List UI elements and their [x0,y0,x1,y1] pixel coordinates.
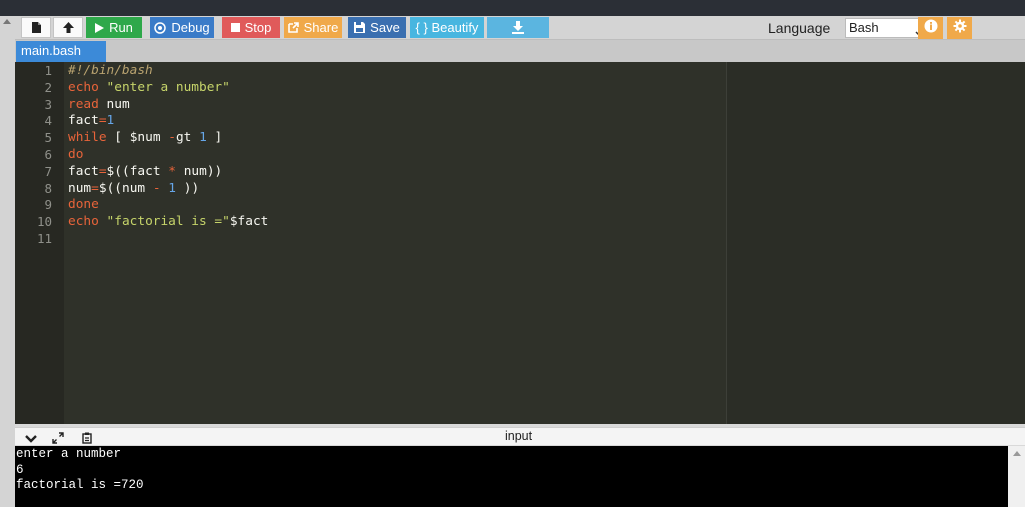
line-number-gutter: 1 2 3 4 5 6 7 8 9 10 11 [15,62,64,424]
download-icon [512,21,524,34]
console-output[interactable]: enter a number 6 factorial is =720 [15,446,1008,507]
play-icon [95,22,105,33]
language-label: Language [768,20,831,36]
stop-icon [230,23,240,32]
run-label: Run [109,20,133,35]
code-line[interactable]: num=$((num - 1 )) [68,181,199,198]
line-number: 1 [44,63,52,78]
line-number: 10 [36,214,52,230]
line-number: 7 [44,163,52,179]
language-value: Bash [849,20,879,35]
window-top-strip [0,0,1025,16]
new-file-button[interactable] [21,17,51,38]
code-line[interactable]: done [68,197,99,214]
upload-icon [62,21,75,34]
code-line[interactable]: echo "enter a number" [68,80,230,97]
code-line[interactable]: fact=$((fact * num)) [68,164,222,181]
io-panel-title: input [505,429,533,443]
stop-label: Stop [244,20,272,35]
scroll-up-arrow-icon[interactable] [1013,451,1021,456]
settings-icon [953,19,967,38]
line-number: 3 [44,96,52,112]
toolbar: Run Debug Stop Share Save { } Beautify L… [15,16,1025,40]
line-number: 9 [44,197,52,213]
left-scrollbar[interactable] [0,16,15,507]
line-number: 2 [44,79,52,95]
beautify-button[interactable]: { } Beautify [410,17,484,38]
code-line[interactable]: #!/bin/bash [68,63,153,80]
info-icon [924,19,938,38]
console-line: enter a number [16,447,122,461]
line-number: 11 [36,231,52,246]
share-label: Share [303,20,339,35]
beautify-label: { } Beautify [415,20,479,35]
code-editor[interactable]: 1 2 3 4 5 6 7 8 9 10 11 #!/bin/bash echo … [15,62,1025,424]
save-icon [354,22,366,33]
line-number: 8 [44,180,52,196]
debug-label: Debug [171,20,210,35]
line-number: 6 [44,147,52,162]
code-line[interactable]: fact=1 [68,113,114,130]
save-label: Save [370,20,400,35]
code-line[interactable]: echo "factorial is ="$fact [68,214,268,231]
language-select[interactable]: Bash [845,18,929,38]
debug-icon [154,21,167,34]
upload-button[interactable] [53,17,83,38]
download-button[interactable] [487,17,549,38]
debug-button[interactable]: Debug [150,17,214,38]
share-icon [287,22,299,33]
code-line[interactable]: while [ $num -gt 1 ] [68,130,222,147]
console-line: 6 [16,462,24,477]
code-line[interactable]: do [68,147,83,164]
console-line: factorial is =720 [16,478,144,492]
code-line[interactable]: read num [68,97,130,114]
share-button[interactable]: Share [284,17,342,38]
file-tab-bar: main.bash [15,40,1025,62]
run-button[interactable]: Run [86,17,142,38]
io-panel-header: input [15,427,1025,445]
editor-right-area [727,62,1025,424]
info-button[interactable] [918,17,943,39]
new-file-icon [31,21,42,34]
scroll-up-arrow-icon[interactable] [3,19,11,24]
tab-main-bash[interactable]: main.bash [16,41,106,62]
save-button[interactable]: Save [348,17,406,38]
console-scrollbar[interactable] [1008,446,1025,507]
line-number: 5 [44,130,52,146]
line-number: 4 [44,113,52,129]
stop-button[interactable]: Stop [222,17,280,38]
settings-button[interactable] [947,17,972,39]
